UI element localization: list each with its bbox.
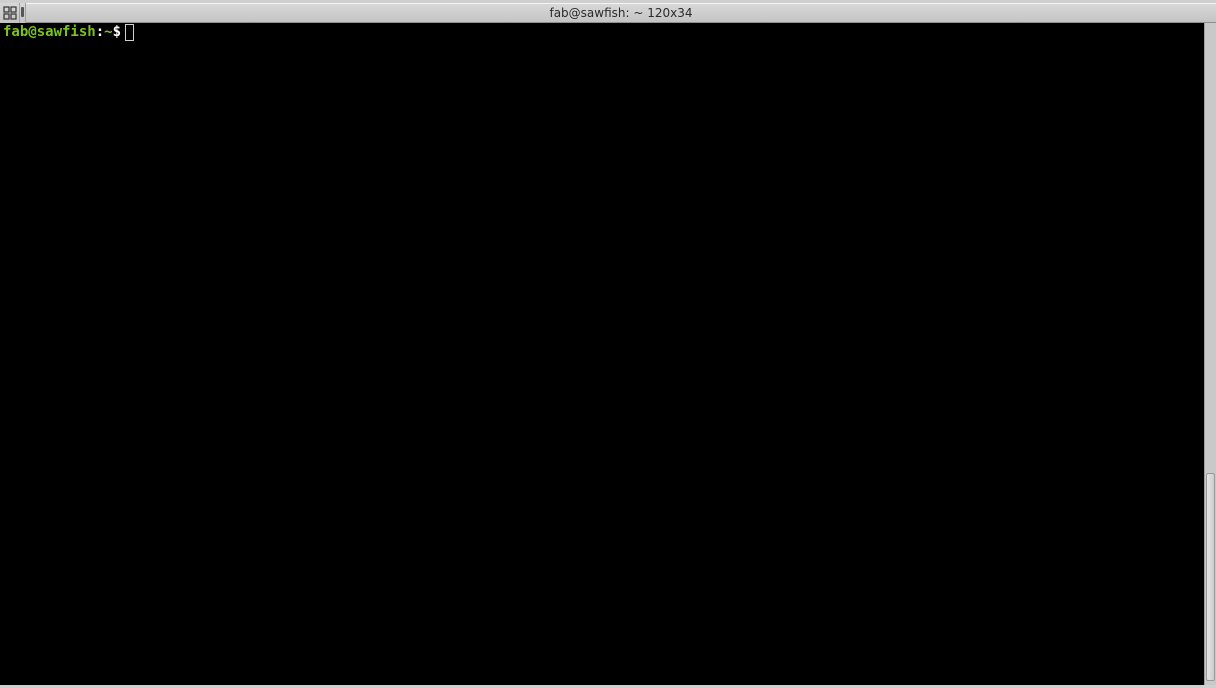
window-title: fab@sawfish: ~ 120x34: [26, 6, 1216, 20]
prompt-user-host: fab@sawfish: [3, 23, 96, 42]
window-menu-icon[interactable]: [0, 3, 20, 23]
scrollbar-thumb[interactable]: [1206, 473, 1215, 681]
terminal-viewport[interactable]: fab@sawfish:~$: [0, 23, 1204, 685]
window-titlebar[interactable]: fab@sawfish: ~ 120x34: [0, 3, 1216, 23]
vertical-scrollbar[interactable]: [1204, 23, 1216, 685]
text-cursor: [125, 24, 134, 41]
prompt-dollar: $: [113, 23, 121, 42]
grid-icon: [3, 6, 17, 20]
prompt-separator: :: [96, 23, 104, 42]
prompt-line: fab@sawfish:~$: [3, 23, 1201, 42]
window-pin-icon[interactable]: [20, 3, 26, 23]
prompt-path: ~: [104, 23, 112, 42]
terminal-window: fab@sawfish: ~ 120x34 fab@sawfish:~$: [0, 3, 1216, 685]
